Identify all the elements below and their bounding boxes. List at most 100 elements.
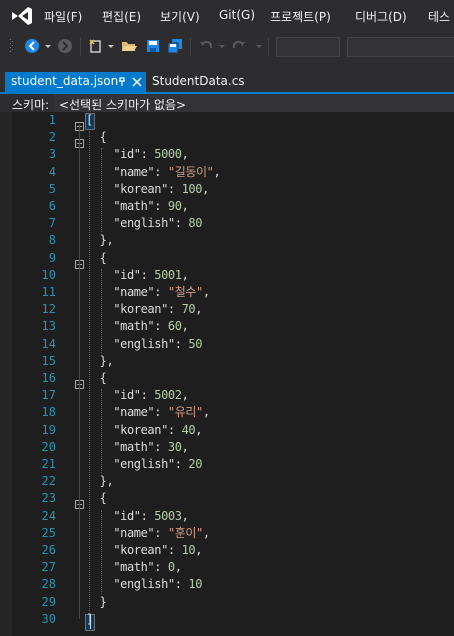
line-number: 13 — [41, 319, 56, 334]
tab-studentdata-cs[interactable]: StudentData.cs — [152, 74, 245, 88]
code-line[interactable]: "name": "길동이", — [86, 164, 220, 181]
line-number: 7 — [48, 216, 56, 231]
code-editor[interactable]: 1 2 3 4 5 6 7 8 9 10 11 12 13 14 15 16 17 18 19 20 21 22 23 24 2… — [0, 112, 454, 636]
code-line[interactable]: "name": "훈이", — [86, 525, 210, 542]
line-number: 22 — [41, 474, 56, 489]
line-number: 26 — [41, 543, 56, 557]
tab-label: student_data.json — [11, 74, 119, 88]
code-line[interactable]: }, — [86, 353, 114, 370]
code-line[interactable]: { — [86, 250, 107, 267]
pin-icon[interactable] — [117, 75, 127, 89]
line-number: 9 — [48, 250, 56, 265]
line-number: 27 — [41, 560, 56, 575]
code-line[interactable]: { — [86, 490, 107, 507]
schema-bar: 스키마: <선택된 스키마가 없음> — [0, 94, 454, 112]
line-number: 20 — [41, 439, 56, 454]
tab-student-data-json[interactable]: student_data.json — [5, 72, 146, 92]
document-tab-strip: student_data.json StudentData.cs — [0, 72, 454, 92]
forward-arrow-icon[interactable] — [57, 38, 73, 54]
close-icon[interactable] — [131, 75, 143, 89]
code-line[interactable]: "id": 5000, — [86, 146, 189, 163]
visual-studio-logo-icon[interactable] — [9, 5, 35, 27]
toolbar-separator — [190, 38, 191, 56]
line-number: 15 — [41, 353, 56, 368]
line-number: 5 — [48, 181, 56, 196]
line-number: 24 — [41, 508, 56, 523]
undo-icon[interactable] — [198, 38, 214, 54]
line-number: 25 — [41, 525, 56, 540]
code-line[interactable]: "math": 90, — [86, 198, 188, 215]
line-number: 4 — [48, 164, 56, 179]
code-line[interactable]: "korean": 10, — [86, 542, 202, 559]
code-line[interactable]: "id": 5001, — [86, 267, 189, 284]
schema-value: <선택된 스키마가 없음> — [59, 98, 187, 112]
code-line[interactable]: { — [86, 129, 107, 146]
back-dropdown-icon[interactable] — [44, 38, 52, 54]
line-number: 10 — [41, 267, 56, 282]
solution-configuration-dropdown[interactable] — [276, 37, 340, 57]
schema-label: 스키마: — [12, 98, 50, 112]
save-icon[interactable] — [145, 38, 161, 54]
code-line[interactable]: { — [86, 370, 107, 387]
toolbar-separator — [268, 38, 269, 56]
line-number: 18 — [41, 405, 56, 420]
line-number: 8 — [48, 233, 56, 248]
menu-git[interactable]: Git(G) — [219, 8, 255, 22]
code-line[interactable]: [ — [86, 112, 93, 129]
line-number: 30 — [41, 611, 56, 626]
code-line[interactable]: "english": 20 — [86, 456, 202, 473]
toolbar-gap — [0, 60, 454, 72]
line-number: 17 — [41, 388, 56, 403]
code-line[interactable]: "name": "철수", — [86, 284, 210, 301]
save-all-icon[interactable] — [167, 38, 183, 54]
line-number: 21 — [41, 457, 56, 471]
code-line[interactable]: "english": 80 — [86, 215, 202, 232]
toolbar-separator — [80, 38, 81, 56]
code-line[interactable]: "korean": 100, — [86, 181, 209, 198]
line-number: 19 — [41, 422, 56, 437]
open-folder-icon[interactable] — [121, 38, 137, 54]
menu-debug[interactable]: 디버그(D) — [355, 8, 407, 25]
code-line[interactable]: "math": 60, — [86, 318, 188, 335]
menu-project[interactable]: 프로젝트(P) — [270, 8, 331, 25]
line-number: 29 — [41, 594, 56, 609]
toolbar-grip[interactable] — [10, 38, 13, 54]
code-line[interactable]: } — [86, 594, 107, 611]
menu-view[interactable]: 보기(V) — [160, 8, 200, 25]
code-line[interactable]: }, — [86, 232, 114, 249]
selection-margin[interactable] — [0, 112, 12, 636]
code-line[interactable]: "id": 5003, — [86, 508, 189, 525]
undo-dropdown-icon[interactable] — [218, 38, 226, 54]
line-number: 14 — [41, 336, 56, 351]
line-number: 12 — [41, 302, 56, 317]
redo-dropdown-icon[interactable] — [255, 38, 263, 54]
schema-dropdown[interactable]: <선택된 스키마가 없음> — [54, 94, 454, 112]
new-item-dropdown-icon[interactable] — [107, 38, 115, 54]
code-line[interactable]: "english": 10 — [86, 576, 202, 593]
toolbar — [0, 32, 454, 60]
text-caret — [90, 614, 91, 629]
code-line[interactable]: "english": 50 — [86, 336, 202, 353]
code-line[interactable]: }, — [86, 473, 114, 490]
line-number: 11 — [41, 285, 56, 299]
code-line[interactable]: "id": 5002, — [86, 387, 189, 404]
line-number: 28 — [41, 577, 56, 592]
outline-line — [79, 124, 80, 619]
line-number: 23 — [41, 491, 56, 506]
menu-bar: 파일(F) 편집(E) 보기(V) Git(G) 프로젝트(P) 디버그(D) … — [0, 0, 454, 32]
solution-platform-dropdown[interactable] — [347, 37, 454, 57]
new-item-icon[interactable] — [88, 38, 104, 54]
redo-icon[interactable] — [231, 38, 247, 54]
back-arrow-icon[interactable] — [24, 38, 40, 54]
code-line[interactable]: "math": 30, — [86, 439, 188, 456]
menu-file[interactable]: 파일(F) — [44, 8, 82, 25]
code-line[interactable]: "math": 0, — [86, 559, 182, 576]
line-number: 3 — [48, 147, 56, 162]
code-line[interactable]: "korean": 70, — [86, 301, 202, 318]
menu-edit[interactable]: 편집(E) — [102, 8, 141, 25]
code-line[interactable]: "korean": 40, — [86, 422, 202, 439]
line-number: 6 — [48, 199, 56, 213]
code-line[interactable]: "name": "유리", — [86, 404, 210, 421]
menu-test[interactable]: 테스 — [428, 8, 450, 25]
line-number: 16 — [41, 371, 56, 385]
